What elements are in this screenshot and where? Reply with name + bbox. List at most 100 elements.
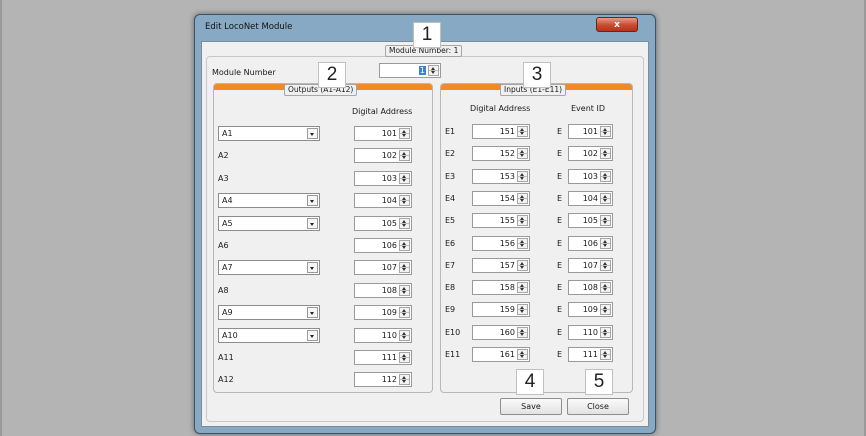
spinner-arrows-icon[interactable] [517, 148, 528, 159]
input-e10-address[interactable]: 160 [472, 325, 530, 340]
spinner-arrows-icon[interactable] [399, 218, 410, 229]
input-e3-event-id[interactable]: 103 [568, 169, 613, 184]
output-a7-address[interactable]: 107 [354, 260, 412, 275]
spinner-arrows-icon[interactable] [517, 327, 528, 338]
input-e11-label: E11 [445, 350, 461, 359]
output-a4-combo[interactable]: A4 [218, 193, 320, 208]
output-a2-address[interactable]: 102 [354, 148, 412, 163]
input-e8-address[interactable]: 158 [472, 280, 530, 295]
output-a7-combo[interactable]: A7 [218, 260, 320, 275]
spinner-arrows-icon[interactable] [600, 238, 611, 249]
input-e2-address[interactable]: 152 [472, 146, 530, 161]
input-e3-address[interactable]: 153 [472, 169, 530, 184]
chevron-down-icon[interactable] [307, 218, 318, 229]
input-e5-label: E5 [445, 216, 456, 225]
spinner-arrows-icon[interactable] [600, 193, 611, 204]
spinner-arrows-icon[interactable] [399, 262, 410, 273]
chevron-down-icon[interactable] [307, 330, 318, 341]
input-e7-event-id[interactable]: 107 [568, 258, 613, 273]
input-e2-event-prefix: E [557, 149, 563, 158]
input-e9-event-id-value: 109 [582, 305, 598, 314]
input-e2-event-id[interactable]: 102 [568, 146, 613, 161]
output-a7-address-value: 107 [381, 263, 397, 272]
spinner-arrows-icon[interactable] [517, 282, 528, 293]
spinner-arrows-icon[interactable] [428, 65, 439, 76]
input-e7-address[interactable]: 157 [472, 258, 530, 273]
output-a1-combo[interactable]: A1 [218, 126, 320, 141]
spinner-arrows-icon[interactable] [600, 327, 611, 338]
input-e9-address[interactable]: 159 [472, 302, 530, 317]
output-a9-address[interactable]: 109 [354, 305, 412, 320]
output-a5-combo-value: A5 [222, 219, 233, 228]
spinner-arrows-icon[interactable] [517, 260, 528, 271]
spinner-arrows-icon[interactable] [600, 126, 611, 137]
spinner-arrows-icon[interactable] [517, 215, 528, 226]
input-e5-address[interactable]: 155 [472, 213, 530, 228]
close-button[interactable]: Close [567, 398, 629, 415]
input-e1-event-id[interactable]: 101 [568, 124, 613, 139]
spinner-arrows-icon[interactable] [517, 126, 528, 137]
spinner-arrows-icon[interactable] [600, 171, 611, 182]
module-number-spinner[interactable]: 1 [379, 63, 441, 78]
spinner-arrows-icon[interactable] [399, 173, 410, 184]
output-a11-address[interactable]: 111 [354, 350, 412, 365]
spinner-arrows-icon[interactable] [399, 150, 410, 161]
spinner-arrows-icon[interactable] [600, 215, 611, 226]
spinner-arrows-icon[interactable] [399, 128, 410, 139]
chevron-down-icon[interactable] [307, 128, 318, 139]
output-a10-address[interactable]: 110 [354, 328, 412, 343]
output-a1-address[interactable]: 101 [354, 126, 412, 141]
output-a10-combo[interactable]: A10 [218, 328, 320, 343]
input-e4-address[interactable]: 154 [472, 191, 530, 206]
input-e10-event-id[interactable]: 110 [568, 325, 613, 340]
input-e5-event-id[interactable]: 105 [568, 213, 613, 228]
output-a8-address[interactable]: 108 [354, 283, 412, 298]
spinner-arrows-icon[interactable] [399, 374, 410, 385]
window-close-button[interactable]: x [596, 17, 638, 32]
output-a3-address[interactable]: 103 [354, 171, 412, 186]
input-e10-event-prefix: E [557, 328, 563, 337]
dialog-client-area: Module Number: 1 Module Number 1 Outputs… [201, 22, 649, 427]
spinner-arrows-icon[interactable] [399, 330, 410, 341]
spinner-arrows-icon[interactable] [399, 240, 410, 251]
input-e1-address[interactable]: 151 [472, 124, 530, 139]
save-button[interactable]: Save [500, 398, 562, 415]
chevron-down-icon[interactable] [307, 195, 318, 206]
input-e4-event-id[interactable]: 104 [568, 191, 613, 206]
spinner-arrows-icon[interactable] [517, 304, 528, 315]
spinner-arrows-icon[interactable] [399, 307, 410, 318]
input-e1-label: E1 [445, 127, 456, 136]
input-e2-label: E2 [445, 149, 456, 158]
input-e8-event-id[interactable]: 108 [568, 280, 613, 295]
output-a6-address-value: 106 [381, 241, 397, 250]
input-e4-event-prefix: E [557, 194, 563, 203]
output-a9-combo[interactable]: A9 [218, 305, 320, 320]
spinner-arrows-icon[interactable] [600, 349, 611, 360]
spinner-arrows-icon[interactable] [517, 193, 528, 204]
spinner-arrows-icon[interactable] [600, 282, 611, 293]
input-e8-address-value: 158 [499, 283, 515, 292]
spinner-arrows-icon[interactable] [600, 304, 611, 315]
input-e6-address[interactable]: 156 [472, 236, 530, 251]
input-e11-address[interactable]: 161 [472, 347, 530, 362]
output-a6-address[interactable]: 106 [354, 238, 412, 253]
input-e9-event-id[interactable]: 109 [568, 302, 613, 317]
chevron-down-icon[interactable] [307, 307, 318, 318]
output-a5-address[interactable]: 105 [354, 216, 412, 231]
spinner-arrows-icon[interactable] [399, 195, 410, 206]
spinner-arrows-icon[interactable] [600, 148, 611, 159]
output-a5-combo[interactable]: A5 [218, 216, 320, 231]
input-e6-event-id[interactable]: 106 [568, 236, 613, 251]
input-e11-event-id[interactable]: 111 [568, 347, 613, 362]
output-a3-address-value: 103 [381, 174, 397, 183]
spinner-arrows-icon[interactable] [600, 260, 611, 271]
spinner-arrows-icon[interactable] [517, 349, 528, 360]
spinner-arrows-icon[interactable] [517, 238, 528, 249]
output-a12-address[interactable]: 112 [354, 372, 412, 387]
spinner-arrows-icon[interactable] [399, 285, 410, 296]
spinner-arrows-icon[interactable] [399, 352, 410, 363]
chevron-down-icon[interactable] [307, 262, 318, 273]
spinner-arrows-icon[interactable] [517, 171, 528, 182]
output-a4-address[interactable]: 104 [354, 193, 412, 208]
output-a5-address-value: 105 [381, 219, 397, 228]
